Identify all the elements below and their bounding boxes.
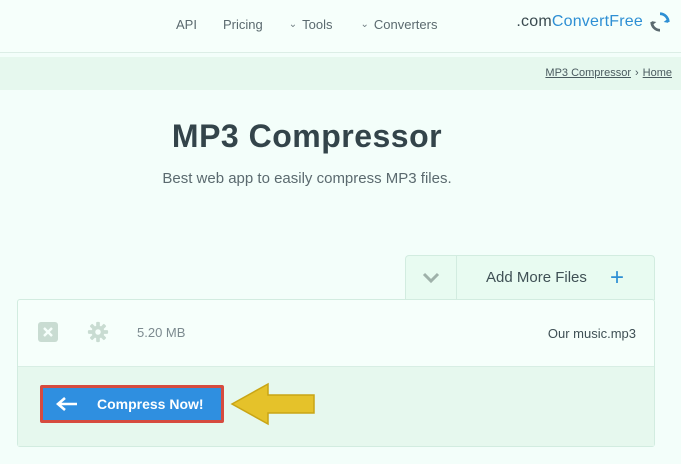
nav-tools-label: Tools: [302, 16, 333, 32]
breadcrumb-bar: MP3 Compressor › Home: [0, 57, 681, 90]
arrow-left-icon: [56, 397, 77, 411]
add-more-files-button[interactable]: Add More Files: [486, 269, 587, 286]
refresh-logo-icon: [650, 12, 670, 32]
nav-tools[interactable]: ⌄ Tools: [289, 15, 333, 33]
logo[interactable]: .comConvertFree: [516, 8, 671, 36]
chevron-down-icon: [422, 272, 440, 284]
logo-free: Free: [609, 13, 643, 30]
nav-pricing-label: Pricing: [222, 16, 263, 32]
logo-convert: Convert: [551, 13, 610, 30]
remove-file-button[interactable]: [38, 322, 58, 342]
nav-converters-label: Converters: [373, 16, 438, 32]
compress-now-button[interactable]: Compress Now!: [40, 385, 224, 423]
file-name: Our music.mp3: [547, 326, 636, 341]
gear-icon[interactable]: [87, 321, 109, 343]
close-icon: [43, 327, 53, 337]
nav-api-label: API: [176, 16, 197, 32]
breadcrumb-separator: ›: [634, 67, 639, 79]
file-list-panel: 5.20 MB Our music.mp3 Compress Now!: [17, 299, 655, 447]
chevron-down-icon: ⌄: [360, 18, 369, 30]
file-size: 5.20 MB: [137, 325, 186, 340]
add-more-files-bar: Add More Files +: [405, 255, 655, 300]
pointer-arrow-icon: [230, 382, 315, 426]
nav-api[interactable]: API: [176, 15, 197, 33]
action-row: Compress Now!: [18, 367, 654, 446]
breadcrumb-home[interactable]: Home: [643, 67, 672, 79]
add-options-dropdown[interactable]: [406, 256, 457, 300]
file-row: 5.20 MB Our music.mp3: [18, 300, 654, 367]
top-header: API Pricing ⌄ Tools ⌄ Converters .comCon…: [0, 0, 681, 53]
logo-text: .comConvertFree: [516, 13, 643, 31]
compress-now-label: Compress Now!: [97, 396, 204, 412]
logo-domain: .com: [516, 13, 552, 30]
page-subtitle: Best web app to easily compress MP3 file…: [162, 170, 452, 187]
breadcrumb-current[interactable]: MP3 Compressor: [545, 67, 631, 79]
plus-icon[interactable]: +: [610, 264, 624, 292]
nav-converters[interactable]: ⌄ Converters: [360, 15, 437, 33]
breadcrumb: MP3 Compressor › Home: [545, 67, 672, 79]
page-title: MP3 Compressor: [171, 118, 443, 154]
nav-pricing[interactable]: Pricing: [223, 15, 263, 33]
main-nav: API Pricing ⌄ Tools ⌄ Converters: [176, 15, 437, 33]
chevron-down-icon: ⌄: [288, 18, 298, 30]
